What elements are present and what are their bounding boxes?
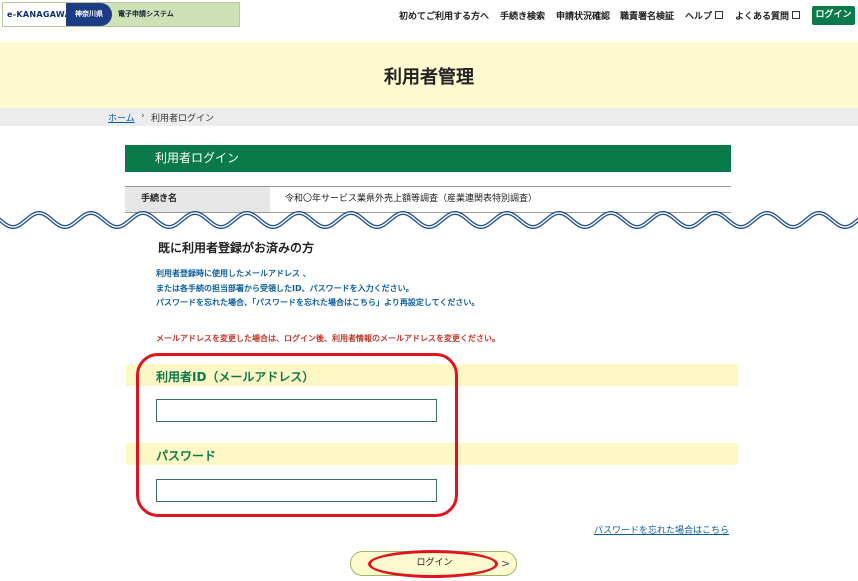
nav-faq[interactable]: よくある質問 (735, 9, 801, 22)
credentials-highlight (136, 353, 458, 517)
forgot-password-link[interactable]: パスワードを忘れた場合はこちら (594, 523, 729, 536)
info-line: パスワードを忘れた場合、「パスワードを忘れた場合はこちら」より再設定してください… (156, 298, 480, 307)
logo-brand: e-KANAGAWA (3, 3, 72, 26)
login-subheading: 既に利用者登録がお済みの方 (158, 241, 315, 255)
nav-application-status[interactable]: 申請状況確認 (556, 9, 610, 22)
external-link-icon (792, 11, 801, 19)
info-line: または各手続の担当部署から受領したID、パスワードを入力ください。 (156, 284, 414, 293)
nav-help[interactable]: ヘルプ (685, 9, 724, 22)
nav-procedure-search[interactable]: 手続き検索 (500, 9, 545, 22)
nav-label: 職責署名検証 (620, 12, 675, 22)
wavy-separator (0, 211, 858, 244)
nav-label: 申請状況確認 (556, 12, 611, 22)
breadcrumb-separator: › (141, 111, 145, 121)
header-login-button[interactable]: ログイン (812, 6, 855, 25)
logo-system-name: 電子申請システム (118, 10, 174, 18)
breadcrumb-home-link[interactable]: ホーム (108, 111, 135, 124)
page-title: 利用者管理 (384, 67, 474, 88)
nav-label: ヘルプ (685, 12, 713, 22)
site-logo[interactable]: e-KANAGAWA 神奈川県 電子申請システム (2, 2, 240, 27)
info-line: 利用者登録時に使用したメールアドレス 、 (156, 269, 311, 278)
login-button-highlight (368, 550, 498, 578)
section-heading: 利用者ログイン (125, 145, 731, 172)
nav-label: 初めてご利用する方へ (399, 12, 490, 22)
external-link-icon (715, 11, 724, 19)
nav-signature-verify[interactable]: 職責署名検証 (620, 9, 674, 22)
nav-label: よくある質問 (735, 12, 790, 22)
nav-label: 手続き検索 (500, 12, 546, 22)
nav-first-time[interactable]: 初めてご利用する方へ (399, 9, 489, 22)
logo-prefecture: 神奈川県 (66, 3, 112, 26)
breadcrumb-current: 利用者ログイン (151, 114, 215, 124)
email-change-warning: メールアドレスを変更した場合は、ログイン後、利用者情報のメールアドレスを変更くだ… (156, 334, 500, 343)
chevron-right-icon: > (501, 557, 511, 570)
